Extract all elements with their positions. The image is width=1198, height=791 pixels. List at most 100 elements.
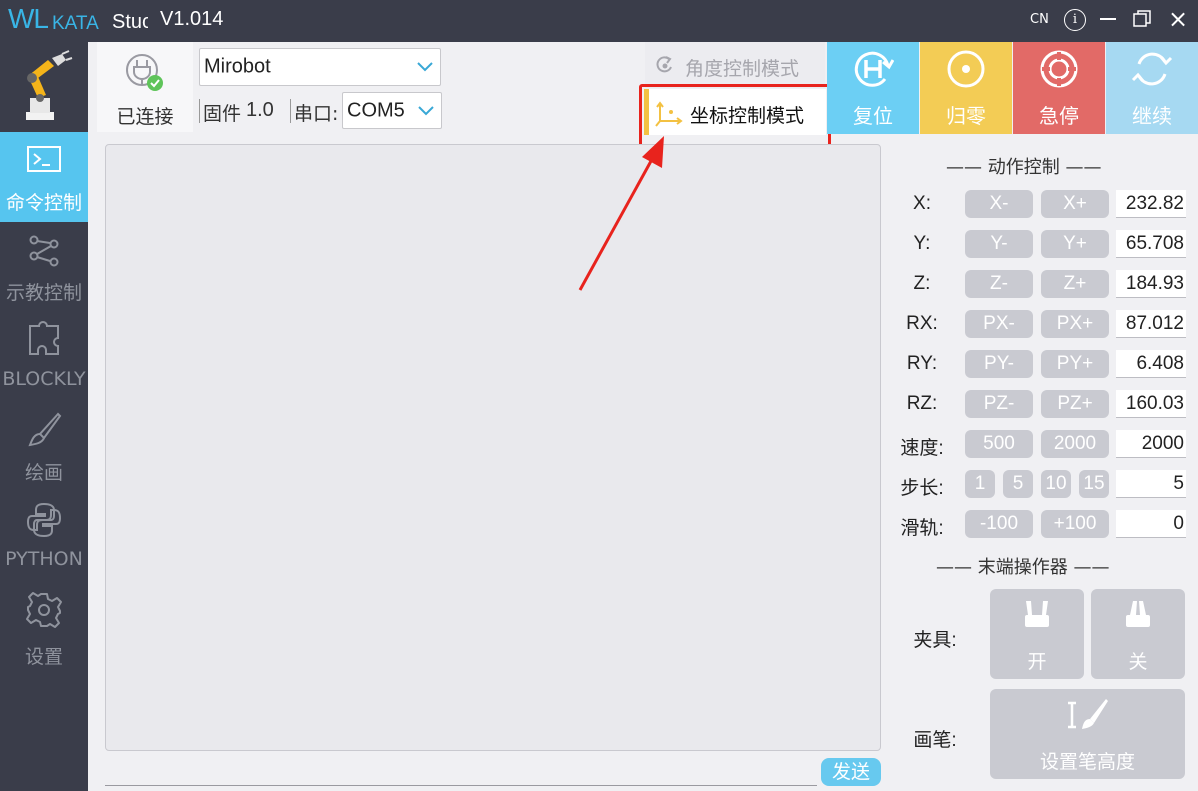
port-select[interactable]: COM5 [342,92,442,129]
px-minus-button[interactable]: PX- [965,310,1033,338]
emergency-stop-button[interactable]: 急停 [1013,42,1105,134]
rz-value[interactable]: 160.03 [1116,390,1186,418]
resume-label: 继续 [1132,104,1172,128]
pen-height-icon [1068,699,1108,729]
robot-model-value: Mirobot [204,55,271,78]
ry-value[interactable]: 6.408 [1116,350,1186,378]
gripper-close-label: 关 [1128,651,1148,673]
rx-axis-label: RX: [906,313,938,334]
x-value[interactable]: 232.82 [1116,190,1186,218]
brush-icon [28,412,62,447]
gripper-close-button[interactable]: 关 [1091,589,1185,679]
resume-cycle-icon [1131,52,1173,86]
x-minus-button[interactable]: X- [965,190,1033,218]
separator [199,99,200,123]
plug-connected-icon [126,54,163,91]
sidebar: 命令控制 示教控制 BLOCKLY 绘画 PYTHON 设置 [0,42,88,791]
rail-plus-button[interactable]: +100 [1041,510,1109,538]
ry-axis-label: RY: [906,353,938,374]
sidebar-item-label: 命令控制 [5,192,82,214]
emergency-stop-icon [1040,50,1078,88]
z-plus-button[interactable]: Z+ [1041,270,1109,298]
sidebar-item-label: 设置 [24,646,63,668]
rx-value[interactable]: 87.012 [1116,310,1186,338]
z-value[interactable]: 184.93 [1116,270,1186,298]
sidebar-item-command[interactable]: 命令控制 [0,132,88,222]
logo-wl: WL [8,3,49,34]
pz-plus-button[interactable]: PZ+ [1041,390,1109,418]
gripper-open-button[interactable]: 开 [990,589,1084,679]
sidebar-item-teach[interactable]: 示教控制 [0,222,88,312]
pen-label: 画笔: [913,730,957,751]
connection-status-label: 已连接 [116,106,174,128]
set-pen-height-button[interactable]: 设置笔高度 [990,689,1185,779]
send-button[interactable]: 发送 [821,758,881,786]
rotate-joint-icon [656,56,672,73]
step-1-button[interactable]: 1 [965,470,995,498]
sidebar-item-label: BLOCKLY [2,368,86,390]
z-minus-button[interactable]: Z- [965,270,1033,298]
rail-value[interactable]: 0 [1116,510,1186,538]
gear-icon [26,592,62,628]
speed-label: 速度: [900,438,944,459]
separator [290,99,291,123]
speed-500-button[interactable]: 500 [965,430,1033,458]
robot-model-select[interactable]: Mirobot [199,48,441,86]
y-value[interactable]: 65.708 [1116,230,1186,258]
px-plus-button[interactable]: PX+ [1041,310,1109,338]
language-toggle[interactable]: CN [1030,12,1049,27]
maximize-icon[interactable] [1133,10,1151,28]
step-5-button[interactable]: 5 [1003,470,1033,498]
y-plus-button[interactable]: Y+ [1041,230,1109,258]
pz-minus-button[interactable]: PZ- [965,390,1033,418]
resume-button[interactable]: 继续 [1106,42,1198,134]
title-bar: WL KATA Stuc V1.014 CN i × [0,0,1198,42]
chevron-down-icon [418,105,434,115]
end-effector-title: —— 末端操作器 —— [936,557,1110,578]
zero-target-icon [947,50,985,88]
chevron-down-icon [417,62,433,72]
sidebar-item-drawing[interactable]: 绘画 [0,402,88,492]
step-label: 步长: [900,478,944,499]
gripper-close-icon [1126,601,1150,627]
port-label: 串口: [294,103,339,125]
speed-2000-button[interactable]: 2000 [1041,430,1109,458]
speed-value[interactable]: 2000 [1116,430,1186,458]
command-output-area[interactable] [105,144,881,751]
tab-angle-mode[interactable]: 角度控制模式 [645,42,825,88]
x-axis-label: X: [913,193,931,214]
gripper-open-label: 开 [1027,651,1047,673]
sidebar-item-settings[interactable]: 设置 [0,582,88,672]
sidebar-item-blockly[interactable]: BLOCKLY [0,312,88,402]
sidebar-item-label: 示教控制 [5,282,82,304]
command-input[interactable] [105,785,817,786]
info-icon[interactable]: i [1064,9,1086,31]
connection-status[interactable]: 已连接 [97,42,193,132]
step-value[interactable]: 5 [1116,470,1186,498]
port-value: COM5 [347,99,405,121]
py-plus-button[interactable]: PY+ [1041,350,1109,378]
sidebar-item-label: PYTHON [5,548,83,570]
rail-minus-button[interactable]: -100 [965,510,1033,538]
rail-label: 滑轨: [900,518,944,539]
y-axis-label: Y: [913,233,931,254]
home-button[interactable]: 归零 [920,42,1012,134]
reset-label: 复位 [853,104,893,128]
path-nodes-icon [29,235,59,267]
rz-axis-label: RZ: [906,393,938,414]
sidebar-item-label: 绘画 [24,462,63,484]
x-plus-button[interactable]: X+ [1041,190,1109,218]
close-icon[interactable]: × [1166,6,1190,32]
step-15-button[interactable]: 15 [1079,470,1109,498]
emergency-stop-label: 急停 [1039,104,1079,128]
reset-button[interactable]: 复位 [827,42,919,134]
firmware-version: 1.0 [246,99,274,121]
py-minus-button[interactable]: PY- [965,350,1033,378]
home-label: 归零 [946,104,986,128]
minimize-icon[interactable] [1100,18,1116,20]
app-version: V1.014 [160,8,224,30]
sidebar-item-python[interactable]: PYTHON [0,492,88,582]
y-minus-button[interactable]: Y- [965,230,1033,258]
step-10-button[interactable]: 10 [1041,470,1071,498]
firmware-label: 固件 [203,103,242,125]
